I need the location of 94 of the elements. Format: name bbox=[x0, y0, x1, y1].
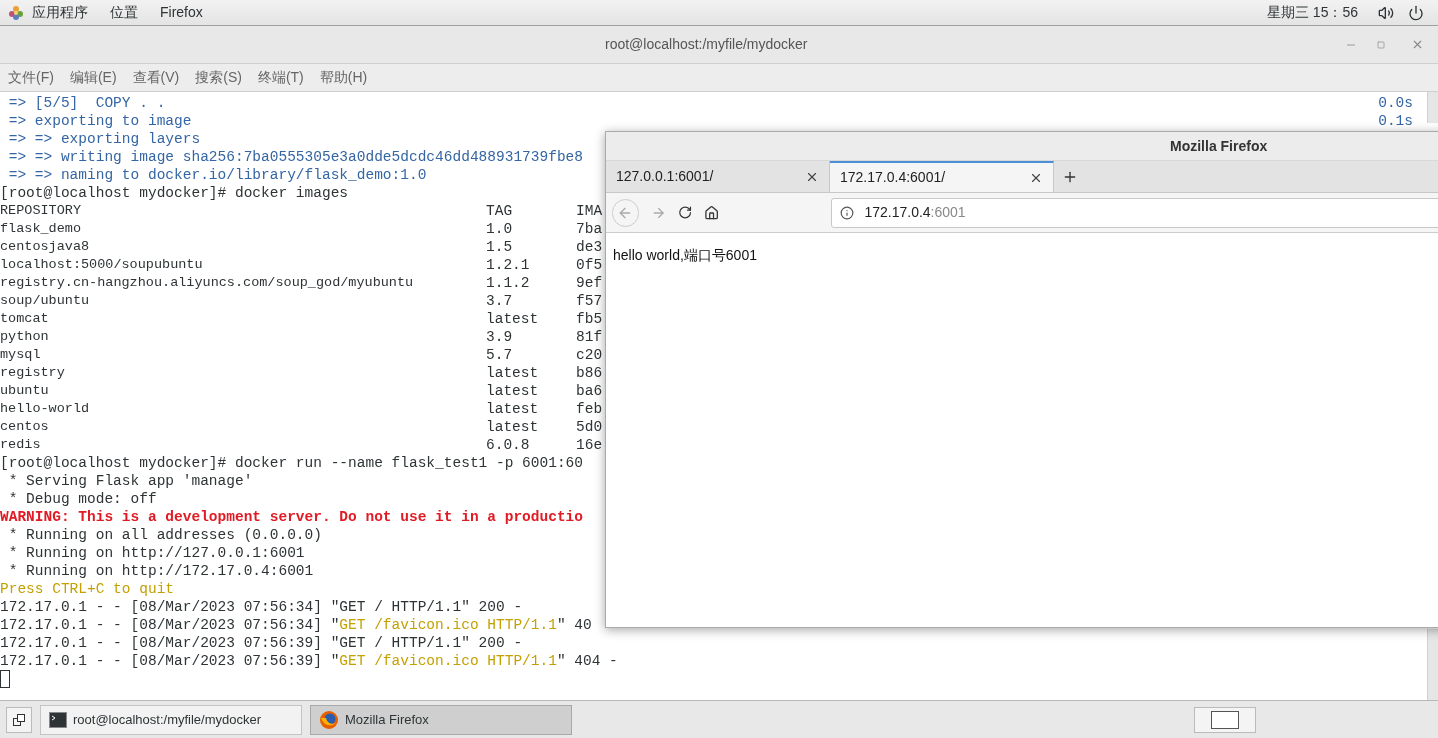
table-cell-text: latest bbox=[486, 382, 540, 400]
table-cell: 16e bbox=[576, 436, 603, 454]
terminal-line: 172.17.0.1 - - [08/Mar/2023 07:56:34] "GET /favicon.ico HTTP/1.1" 40 bbox=[0, 616, 592, 634]
table-cell: IMA bbox=[576, 202, 603, 220]
table-cell: b86 bbox=[576, 364, 603, 382]
menu-item[interactable]: 查看(V) bbox=[132, 67, 180, 88]
terminal-line: => => writing image sha256:7ba0555305e3a0dde5dcdc46dd488931739fbe8 bbox=[7, 148, 583, 166]
workspace-switcher[interactable] bbox=[1194, 706, 1256, 733]
table-cell: c20 bbox=[576, 346, 603, 364]
table-cell: f57 bbox=[576, 292, 603, 310]
show-desktop-button[interactable] bbox=[6, 706, 32, 733]
table-cell-text: 5.7 bbox=[486, 346, 514, 364]
info-icon bbox=[840, 205, 855, 220]
terminal-line: => => naming to docker.io/library/flask_demo:1.0 bbox=[7, 166, 427, 184]
table-cell: 5d0 bbox=[576, 418, 603, 436]
table-cell-text: hello-world bbox=[0, 400, 91, 418]
terminal-line: * Running on http://127.0.0.1:6001 bbox=[7, 544, 305, 562]
reload-icon[interactable] bbox=[677, 205, 693, 220]
terminal-line: * Running on http://172.17.0.4:6001 bbox=[7, 562, 314, 580]
table-cell-text: 1.1.2 bbox=[486, 274, 531, 292]
step-time: 0.1s bbox=[1378, 112, 1413, 130]
table-cell-text: latest bbox=[486, 364, 540, 382]
table-cell-text: centosjava8 bbox=[0, 238, 91, 256]
table-cell-text: REPOSITORY bbox=[0, 202, 82, 220]
home-icon[interactable] bbox=[704, 204, 720, 221]
table-cell: 81f bbox=[576, 328, 603, 346]
task-button[interactable]: root@localhost:/myfile/mydocker bbox=[40, 704, 302, 735]
volume-icon[interactable] bbox=[1378, 4, 1394, 21]
menu-item[interactable]: 帮助(H) bbox=[319, 67, 368, 88]
browser-tab[interactable]: 172.17.0.4:6001/ bbox=[830, 161, 1054, 192]
table-cell-text: python bbox=[0, 328, 50, 346]
table-cell-text: 1.0 bbox=[486, 220, 514, 238]
terminal-line: => [5/5] COPY . . bbox=[7, 94, 166, 112]
table-cell: de3 bbox=[576, 238, 603, 256]
terminal-line: Press CTRL+C to quit bbox=[0, 580, 175, 598]
terminal-line: 172.17.0.1 - - [08/Mar/2023 07:56:39] "GET / HTTP/1.1" 200 - bbox=[0, 634, 523, 652]
table-cell-text: latest bbox=[486, 310, 540, 328]
table-cell-text: 3.7 bbox=[486, 292, 514, 310]
table-cell: fb5 bbox=[576, 310, 603, 328]
scrollbar[interactable] bbox=[1427, 92, 1438, 123]
table-cell: feb bbox=[576, 400, 603, 418]
window-title: root@localhost:/myfile/mydocker bbox=[605, 35, 808, 54]
table-cell-text: centos bbox=[0, 418, 50, 436]
table-cell-text: registry.cn-hangzhou.aliyuncs.com/soup_god/myubuntu bbox=[0, 274, 415, 292]
flower-icon bbox=[8, 4, 24, 21]
table-cell-text: redis bbox=[0, 436, 42, 454]
terminal-line: * Serving Flask app 'manage' bbox=[7, 472, 253, 490]
scrollbar[interactable] bbox=[1427, 629, 1438, 700]
clock[interactable]: 星期三 15：56 bbox=[1266, 2, 1358, 23]
table-cell-text: tomcat bbox=[0, 310, 50, 328]
page-text: hello world,端口号6001 bbox=[613, 247, 757, 263]
table-cell-text: ubuntu bbox=[0, 382, 50, 400]
top-menu[interactable]: 应用程序 bbox=[32, 2, 88, 23]
task-button[interactable]: Mozilla Firefox bbox=[310, 704, 572, 735]
step-time: 0.0s bbox=[1378, 94, 1413, 112]
table-cell: 9ef bbox=[576, 274, 603, 292]
table-cell: 0f5 bbox=[576, 256, 603, 274]
windows-icon bbox=[13, 713, 25, 726]
top-menu[interactable]: Firefox bbox=[160, 2, 203, 23]
address-bar[interactable]: 172.17.0.4:6001 bbox=[831, 197, 1438, 228]
table-cell: 7ba bbox=[576, 220, 603, 238]
globe-fox-icon bbox=[319, 709, 339, 730]
menu-item[interactable]: 搜索(S) bbox=[195, 67, 242, 88]
power-icon[interactable] bbox=[1408, 4, 1424, 21]
table-cell-text: registry bbox=[0, 364, 66, 382]
table-cell-text: mysql bbox=[0, 346, 42, 364]
table-cell-text: 3.9 bbox=[486, 328, 514, 346]
menu-item[interactable]: 编辑(E) bbox=[69, 67, 117, 88]
table-cell-text: localhost:5000/soupubuntu bbox=[0, 256, 204, 274]
table-cell-text: latest bbox=[486, 418, 540, 436]
table-cell-text: flask_demo bbox=[0, 220, 82, 238]
terminal-line: 172.17.0.1 - - [08/Mar/2023 07:56:39] "GET /favicon.ico HTTP/1.1" 404 - bbox=[0, 652, 618, 670]
close-icon[interactable] bbox=[1411, 38, 1424, 51]
terminal-line: [root@localhost mydocker]# docker run --name flask_test1 -p 6001:60 bbox=[0, 454, 583, 472]
window-title: Mozilla Firefox bbox=[1170, 136, 1268, 156]
table-cell-text: 1.5 bbox=[486, 238, 514, 256]
terminal-line: => exporting to image bbox=[7, 112, 192, 130]
terminal-line: WARNING: This is a development server. Do not use it in a productio bbox=[0, 508, 583, 526]
menu-item[interactable]: 终端(T) bbox=[257, 67, 304, 88]
top-menu[interactable]: 位置 bbox=[110, 2, 138, 23]
table-cell-text: 1.2.1 bbox=[486, 256, 531, 274]
terminal-icon bbox=[49, 711, 67, 728]
table-cell-text: soup/ubuntu bbox=[0, 292, 91, 310]
table-cell-text: TAG bbox=[486, 202, 514, 220]
table-cell-text: 6.0.8 bbox=[486, 436, 531, 454]
terminal-line: * Debug mode: off bbox=[7, 490, 157, 508]
terminal-line: => => exporting layers bbox=[7, 130, 201, 148]
table-cell-text: latest bbox=[486, 400, 540, 418]
table-cell: ba6 bbox=[576, 382, 603, 400]
terminal-line: 172.17.0.1 - - [08/Mar/2023 07:56:34] "GET / HTTP/1.1" 200 - bbox=[0, 598, 523, 616]
terminal-line: [root@localhost mydocker]# docker images bbox=[0, 184, 349, 202]
terminal-line: * Running on all addresses (0.0.0.0) bbox=[7, 526, 322, 544]
text-cursor bbox=[0, 670, 10, 688]
menu-item[interactable]: 文件(F) bbox=[8, 67, 54, 88]
